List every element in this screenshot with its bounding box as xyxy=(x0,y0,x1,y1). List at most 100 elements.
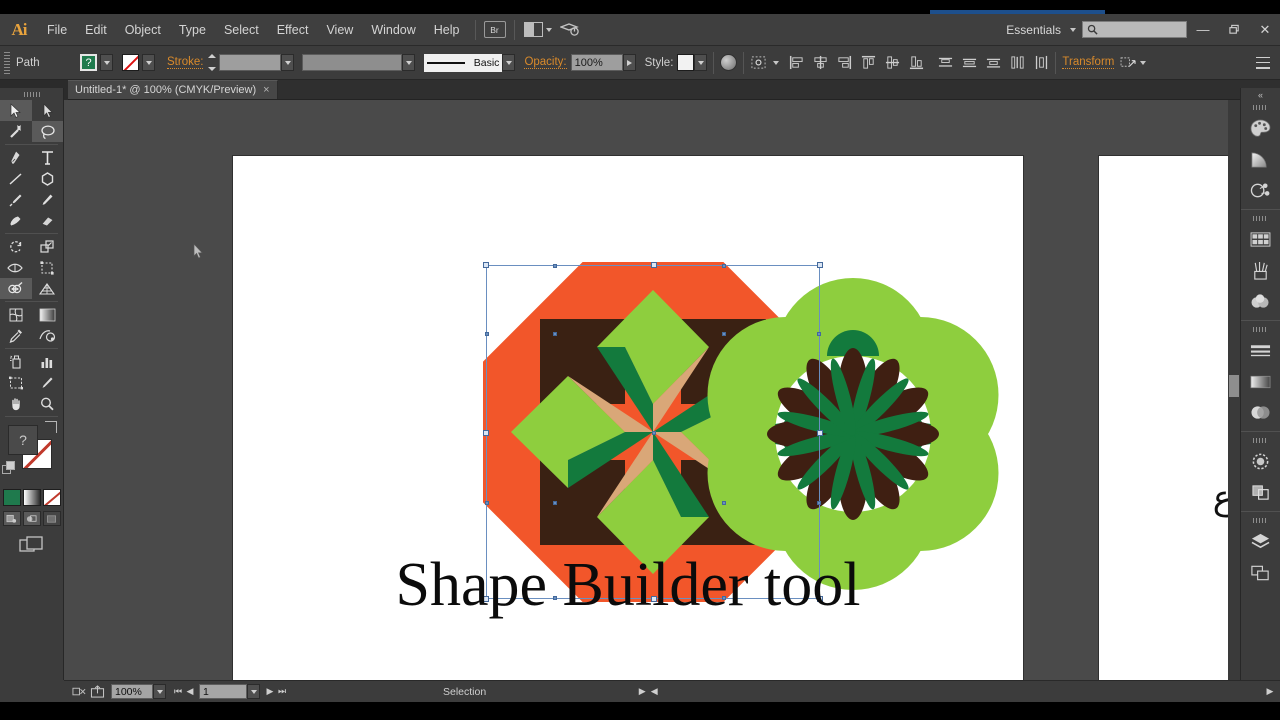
tool-magic-wand[interactable] xyxy=(0,121,32,142)
panel-pathfinder-button[interactable] xyxy=(1241,477,1280,508)
window-minimize-button[interactable]: — xyxy=(1188,18,1218,42)
align-bottom-edge-icon[interactable] xyxy=(909,55,924,70)
panel-artboards-button[interactable] xyxy=(1241,557,1280,588)
tool-perspective-grid[interactable] xyxy=(32,278,64,299)
tool-eyedropper[interactable] xyxy=(0,325,32,346)
tool-zoom[interactable] xyxy=(32,393,64,414)
tool-hand[interactable] xyxy=(0,393,32,414)
tool-scale[interactable] xyxy=(32,236,64,257)
dock-group-grip[interactable] xyxy=(1241,213,1280,224)
panel-gradient-button[interactable] xyxy=(1241,366,1280,397)
draw-normal-button[interactable] xyxy=(2,511,21,526)
bridge-button[interactable]: Br xyxy=(482,19,508,41)
panel-layers-button[interactable] xyxy=(1241,526,1280,557)
chevron-down-icon[interactable] xyxy=(1140,60,1147,65)
tool-slice[interactable] xyxy=(32,372,64,393)
tool-eraser[interactable] xyxy=(32,210,64,231)
scroll-left-button[interactable]: ◀ xyxy=(648,685,660,699)
menu-edit[interactable]: Edit xyxy=(76,14,116,46)
color-button[interactable] xyxy=(2,489,21,506)
opacity-dropdown[interactable] xyxy=(622,54,636,71)
canvas-vertical-scrollbar[interactable] xyxy=(1228,100,1240,680)
screen-mode-button[interactable] xyxy=(0,535,63,555)
tool-rectangle[interactable] xyxy=(32,168,64,189)
opacity-input[interactable]: 100% xyxy=(570,54,623,71)
fill-swatch-dropdown[interactable] xyxy=(100,54,113,71)
panel-brushes-button[interactable] xyxy=(1241,255,1280,286)
stroke-weight-dropdown[interactable] xyxy=(281,54,295,71)
anchor-point[interactable] xyxy=(553,264,557,268)
first-artboard-button[interactable]: ⏮ xyxy=(172,685,184,699)
dock-group-grip[interactable] xyxy=(1241,435,1280,446)
workspace-switcher[interactable]: Essentials xyxy=(1000,23,1067,37)
stroke-profile-dropdown[interactable] xyxy=(402,54,416,71)
panel-transparency-button[interactable] xyxy=(1241,397,1280,428)
panel-color-button[interactable] xyxy=(1241,113,1280,144)
anchor-point[interactable] xyxy=(722,332,726,336)
artboard-main[interactable]: Shape Builder tool xyxy=(233,156,1023,680)
panel-appearance-button[interactable] xyxy=(1241,446,1280,477)
fill-color-swatch[interactable] xyxy=(80,54,97,71)
anchor-point[interactable] xyxy=(817,332,821,336)
panel-color-guide-button[interactable] xyxy=(1241,144,1280,175)
distribute-bottom-icon[interactable] xyxy=(986,55,1001,70)
selection-handle-ml[interactable] xyxy=(483,430,489,436)
tool-rotate[interactable] xyxy=(0,236,32,257)
menu-object[interactable]: Object xyxy=(116,14,170,46)
zoom-level-input[interactable]: 100% xyxy=(111,684,153,699)
panel-symbols-button[interactable] xyxy=(1241,175,1280,206)
control-bar-grip[interactable] xyxy=(4,51,10,74)
zoom-level-dropdown[interactable] xyxy=(153,684,166,699)
last-artboard-button[interactable]: ⏭ xyxy=(276,685,288,699)
menu-help[interactable]: Help xyxy=(425,14,469,46)
window-restore-button[interactable] xyxy=(1219,18,1249,42)
menu-file[interactable]: File xyxy=(38,14,76,46)
vertical-scroll-thumb[interactable] xyxy=(1229,375,1239,397)
anchor-point[interactable] xyxy=(485,501,489,505)
cut-icon[interactable] xyxy=(70,684,88,700)
tool-line-segment[interactable] xyxy=(0,168,32,189)
anchor-point[interactable] xyxy=(485,332,489,336)
panel-swatches-button[interactable] xyxy=(1241,224,1280,255)
brush-definition-select[interactable]: Basic xyxy=(424,53,503,72)
tool-selection[interactable] xyxy=(0,100,32,121)
scroll-right-button[interactable]: ▶ xyxy=(1264,685,1276,699)
selection-handle-tl[interactable] xyxy=(483,262,489,268)
search-input[interactable] xyxy=(1082,21,1187,38)
recolor-artwork-icon[interactable] xyxy=(720,54,738,71)
selection-handle-mr[interactable] xyxy=(817,430,823,436)
gradient-button[interactable] xyxy=(22,489,41,506)
align-to-selector[interactable] xyxy=(750,55,780,70)
draw-behind-button[interactable] xyxy=(22,511,41,526)
tool-width[interactable] xyxy=(0,257,32,278)
arrange-documents-button[interactable] xyxy=(521,19,555,41)
stroke-profile-input[interactable] xyxy=(302,54,403,71)
graphic-style-dropdown[interactable] xyxy=(694,54,708,71)
anchor-point[interactable] xyxy=(817,501,821,505)
brush-definition-dropdown[interactable] xyxy=(502,54,516,71)
tool-free-transform[interactable] xyxy=(32,257,64,278)
menu-view[interactable]: View xyxy=(317,14,362,46)
stroke-weight-input[interactable] xyxy=(219,54,282,71)
stroke-weight-label[interactable]: Stroke: xyxy=(167,56,204,69)
opacity-label[interactable]: Opacity: xyxy=(524,56,567,69)
align-right-icon[interactable] xyxy=(837,55,852,70)
transform-panel-link[interactable]: Transform xyxy=(1062,56,1115,69)
control-bar-panel-menu[interactable] xyxy=(1256,56,1270,69)
stroke-swatch-dropdown[interactable] xyxy=(142,54,155,71)
tool-blend[interactable] xyxy=(32,325,64,346)
artboard-number-input[interactable]: 1 xyxy=(199,684,247,699)
menu-effect[interactable]: Effect xyxy=(268,14,318,46)
window-close-button[interactable]: ✕ xyxy=(1250,18,1280,42)
distribute-spacing-vertical-icon[interactable] xyxy=(1034,55,1049,70)
swap-fill-stroke-icon[interactable] xyxy=(45,421,57,433)
tools-panel-grip[interactable] xyxy=(0,88,63,100)
workspace-chevron-down-icon[interactable] xyxy=(1070,27,1076,32)
artboard-number-dropdown[interactable] xyxy=(247,684,260,699)
draw-inside-button[interactable] xyxy=(42,511,61,526)
previous-artboard-button[interactable]: ◀ xyxy=(184,685,196,699)
distribute-vertical-center-icon[interactable] xyxy=(962,55,977,70)
align-center-horizontal-icon[interactable] xyxy=(813,55,828,70)
graphic-style-swatch[interactable] xyxy=(677,54,695,71)
distribute-spacing-horizontal-icon[interactable] xyxy=(1010,55,1025,70)
